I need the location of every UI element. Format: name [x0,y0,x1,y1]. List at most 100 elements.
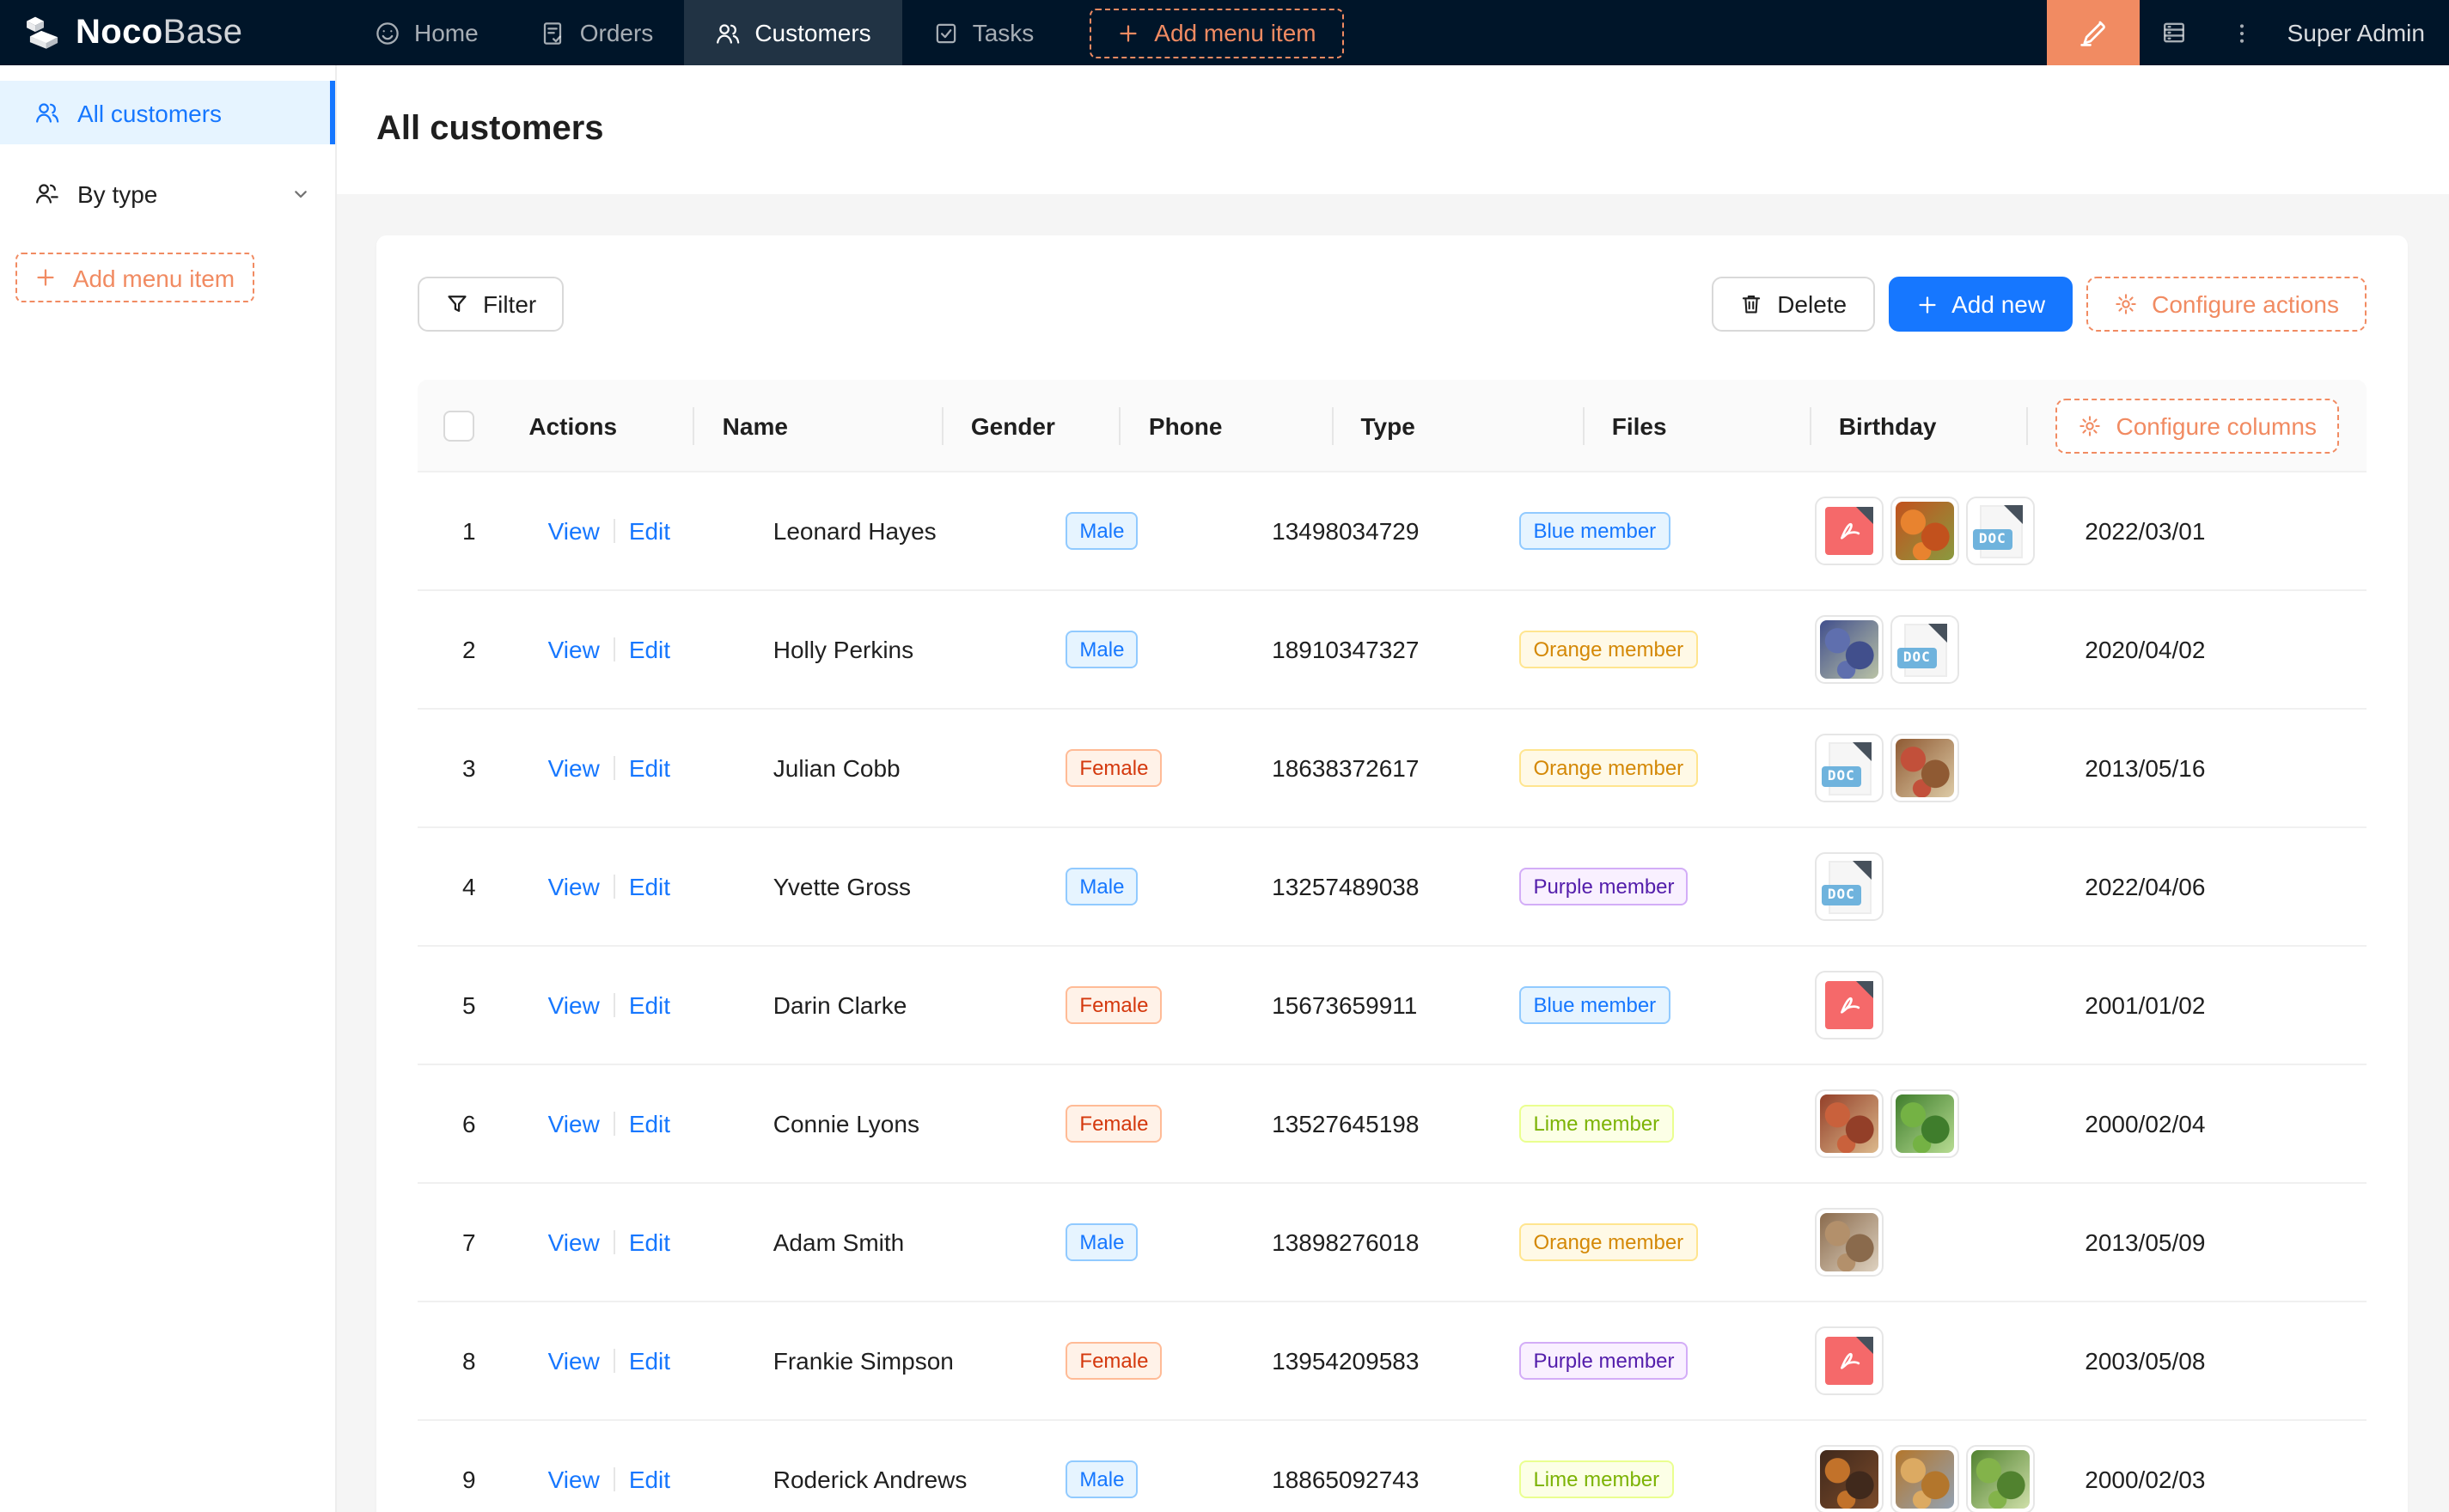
file-thumbnail[interactable]: DOC [1891,615,1960,684]
action-edit-link[interactable]: Edit [629,517,670,545]
filter-button[interactable]: Filter [418,277,564,332]
action-edit-link[interactable]: Edit [629,1110,670,1137]
file-thumbnail[interactable] [1891,1089,1960,1158]
action-view-link[interactable]: View [548,1347,600,1375]
more-menu-button[interactable] [2208,0,2277,65]
action-view-link[interactable]: View [548,1466,600,1493]
type-tag: Purple member [1519,1342,1688,1380]
sidebar-item-by-type[interactable]: By type [0,162,335,225]
action-view-link[interactable]: View [548,1228,600,1256]
action-edit-link[interactable]: Edit [629,873,670,900]
action-edit-link[interactable]: Edit [629,636,670,663]
gender-cell: Male [1038,472,1244,589]
top-navbar: NocoBase Home Orders Customers [0,0,2449,65]
file-thumbnail[interactable] [1891,1445,1960,1512]
file-thumbnail[interactable] [1816,1208,1884,1277]
action-edit-link[interactable]: Edit [629,991,670,1019]
configure-columns-label: Configure columns [2116,412,2317,439]
app-window: NocoBase Home Orders Customers [0,0,2449,1512]
action-view-link[interactable]: View [548,991,600,1019]
row-spacer-cell [2312,591,2367,708]
row-index: 6 [462,1110,476,1137]
nav-item-home[interactable]: Home [344,0,510,65]
sidebar-add-menu-item-button[interactable]: Add menu item [15,253,254,302]
row-actions-cell: View Edit [521,1302,746,1419]
file-thumbnail[interactable]: DOC [1816,852,1884,921]
ui-editor-button[interactable] [2047,0,2140,65]
type-cell: Purple member [1492,828,1787,945]
brand-logo[interactable]: NocoBase [24,13,320,52]
file-thumbnail[interactable]: DOC [1816,734,1884,802]
file-thumbnail[interactable] [1816,1326,1884,1395]
customer-name-cell: Julian Cobb [746,710,1039,826]
birthday-value: 2003/05/08 [2085,1347,2205,1375]
gender-tag: Male [1066,1460,1138,1498]
phone-value: 18910347327 [1272,636,1419,663]
action-edit-link[interactable]: Edit [629,1347,670,1375]
add-new-button-label: Add new [1951,290,2045,318]
select-all-checkbox[interactable] [444,410,475,441]
file-thumbnail[interactable] [1816,497,1884,565]
file-thumbnail[interactable] [1816,1089,1884,1158]
gender-tag: Female [1066,986,1162,1024]
file-thumbnail[interactable] [1816,971,1884,1040]
row-actions-cell: View Edit [521,591,746,708]
gender-tag: Male [1066,868,1138,905]
phone-value: 13954209583 [1272,1347,1419,1375]
row-actions-cell: View Edit [521,472,746,589]
action-view-link[interactable]: View [548,517,600,545]
delete-button[interactable]: Delete [1712,277,1874,332]
main-menu: Home Orders Customers Tasks [344,0,1065,65]
customer-name-cell: Adam Smith [746,1184,1039,1301]
row-spacer-cell [2312,1302,2367,1419]
action-view-link[interactable]: View [548,754,600,782]
file-thumbnail[interactable] [1816,1445,1884,1512]
action-view-link[interactable]: View [548,1110,600,1137]
action-edit-link[interactable]: Edit [629,1228,670,1256]
configure-actions-button[interactable]: Configure actions [2086,277,2367,332]
files-cell: DOC [1788,472,2057,589]
filter-icon [445,292,469,316]
birthday-value: 2013/05/09 [2085,1228,2205,1256]
file-thumbnail[interactable] [1891,497,1960,565]
fold-corner [2004,504,2023,523]
phone-cell: 13257489038 [1244,828,1492,945]
file-thumbnail[interactable]: DOC [1967,497,2036,565]
action-view-link[interactable]: View [548,873,600,900]
customer-name: Roderick Andrews [773,1466,968,1493]
phone-value: 13527645198 [1272,1110,1419,1137]
current-user[interactable]: Super Admin [2287,19,2425,46]
file-thumbnail[interactable] [1891,734,1960,802]
action-edit-link[interactable]: Edit [629,1466,670,1493]
collections-button[interactable] [2140,0,2208,65]
row-index: 4 [462,873,476,900]
nav-item-customers[interactable]: Customers [684,0,901,65]
table-row: 4 View Edit Yvette Gross Male 13257489038Purp… [418,828,2367,947]
sidebar-item-all-customers[interactable]: All customers [0,81,335,144]
table-card: Filter Delete Add new [376,235,2408,1512]
doc-badge: DOC [1822,884,1861,905]
file-thumbnail[interactable] [1816,615,1884,684]
phone-value: 13498034729 [1272,517,1419,545]
nav-item-orders[interactable]: Orders [510,0,685,65]
page-content: Filter Delete Add new [335,194,2449,1512]
row-spacer-cell [2312,1184,2367,1301]
navbar-add-menu-item-button[interactable]: Add menu item [1089,8,1343,58]
add-new-button[interactable]: Add new [1888,277,2073,332]
nav-item-tasks[interactable]: Tasks [902,0,1066,65]
customer-name: Yvette Gross [773,873,911,900]
phone-value: 13898276018 [1272,1228,1419,1256]
phone-value: 18865092743 [1272,1466,1419,1493]
configure-columns-cell: Configure columns [2029,380,2367,471]
phone-cell: 13527645198 [1244,1065,1492,1182]
photo-fruit-butterfly [1896,1450,1955,1509]
action-view-link[interactable]: View [548,636,600,663]
row-index-cell: 5 [418,947,521,1064]
action-edit-link[interactable]: Edit [629,754,670,782]
configure-columns-button[interactable]: Configure columns [2056,398,2339,453]
type-cell: Orange member [1492,591,1787,708]
doc-file-icon: DOC [1829,860,1872,913]
photo-broccoli [1896,1094,1955,1153]
file-thumbnail[interactable] [1967,1445,2036,1512]
type-tag: Lime member [1519,1460,1673,1498]
